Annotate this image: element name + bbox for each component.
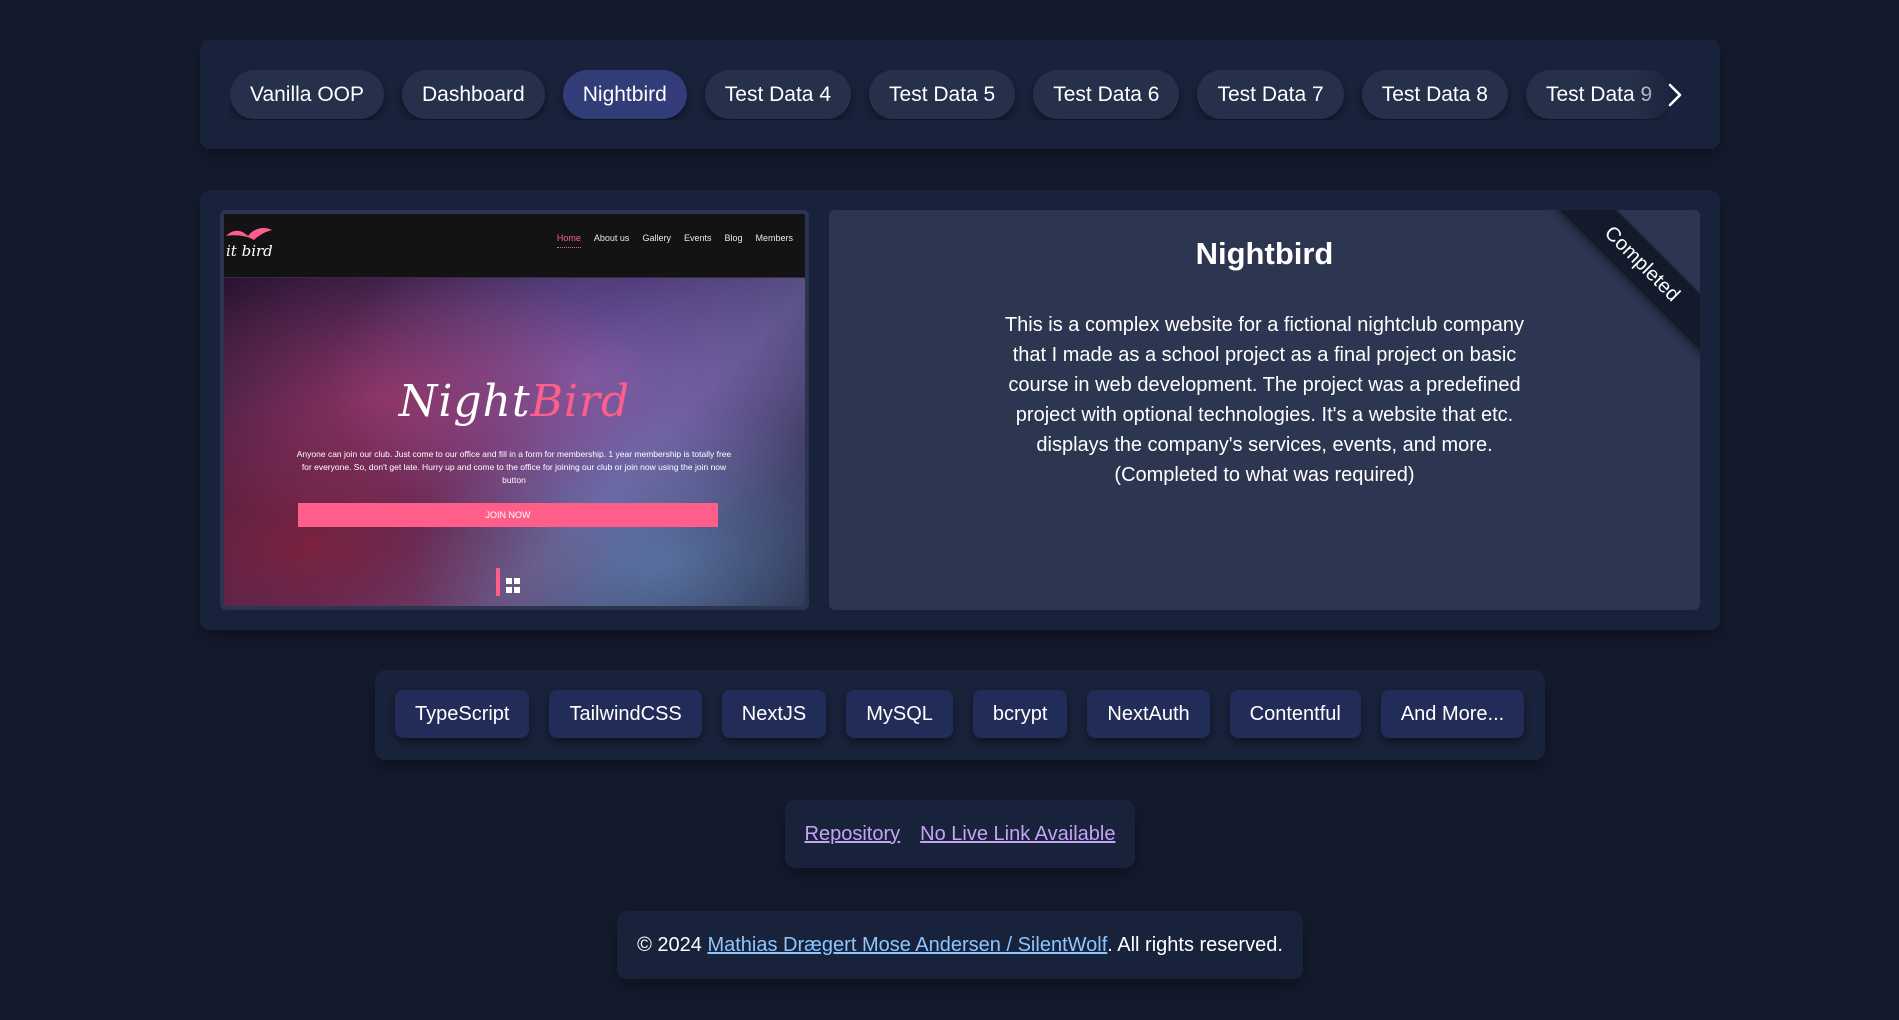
preview-hero-title-night: Night: [398, 376, 531, 427]
author-link[interactable]: Mathias Drægert Mose Andersen / SilentWo…: [707, 934, 1107, 956]
preview-menu-blog: Blog: [724, 233, 743, 243]
project-tab-bar: Vanilla OOP Dashboard Nightbird Test Dat…: [200, 40, 1720, 149]
live-link[interactable]: No Live Link Available: [920, 823, 1115, 846]
technology-chips: TypeScript TailwindCSS NextJS MySQL bcry…: [395, 690, 1525, 738]
footer-copyright-prefix: © 2024: [637, 934, 708, 956]
preview-hero: NightBird Anyone can join our club. Just…: [224, 278, 805, 606]
preview-hero-title-bird: Bird: [530, 376, 631, 427]
footer-copyright-suffix: . All rights reserved.: [1107, 934, 1283, 956]
tab-test-data-7[interactable]: Test Data 7: [1197, 70, 1344, 119]
page: Vanilla OOP Dashboard Nightbird Test Dat…: [0, 0, 1899, 1020]
project-card: it bird Home About us Gallery Events Blo…: [200, 190, 1720, 630]
tab-vanilla-oop[interactable]: Vanilla OOP: [230, 70, 384, 119]
chevron-right-icon: [1668, 83, 1682, 107]
preview-hero-copy: Anyone can join our club. Just come to o…: [296, 449, 732, 485]
preview-menu-events: Events: [683, 233, 712, 243]
preview-hero-title: NightBird: [224, 376, 805, 427]
tech-chip-nextjs: NextJS: [721, 690, 827, 738]
status-ribbon: Completed: [1550, 210, 1700, 356]
project-description: This is a complex website for a fictiona…: [1004, 314, 1525, 486]
tech-chip-contentful: Contentful: [1229, 690, 1361, 738]
tab-dashboard[interactable]: Dashboard: [402, 70, 545, 119]
tab-test-data-8[interactable]: Test Data 8: [1361, 70, 1508, 119]
tech-chip-mysql: MySQL: [846, 690, 953, 738]
preview-logo-text: it bird: [226, 242, 273, 260]
preview-menu-gallery: Gallery: [642, 233, 671, 243]
tech-chip-typescript: TypeScript: [395, 690, 530, 738]
preview-menu-members: Members: [755, 233, 793, 243]
preview-menu: Home About us Gallery Events Blog Member…: [556, 233, 793, 248]
next-tabs-button[interactable]: [1660, 78, 1690, 112]
project-links: Repository No Live Link Available: [785, 800, 1135, 868]
footer: © 2024 Mathias Drægert Mose Andersen / S…: [617, 911, 1303, 979]
project-tabs: Vanilla OOP Dashboard Nightbird Test Dat…: [230, 70, 1670, 120]
preview-grid-icon: [496, 568, 520, 596]
tech-chip-tailwindcss: TailwindCSS: [549, 690, 702, 738]
repository-link[interactable]: Repository: [805, 823, 901, 846]
tab-test-data-5[interactable]: Test Data 5: [869, 70, 1016, 119]
preview-menu-about: About us: [593, 233, 630, 243]
preview-join-button: JOIN NOW: [298, 503, 718, 527]
project-details: Nightbird This is a complex website for …: [829, 210, 1700, 610]
project-preview-image[interactable]: it bird Home About us Gallery Events Blo…: [220, 210, 809, 610]
tab-test-data-6[interactable]: Test Data 6: [1033, 70, 1180, 119]
tab-nightbird[interactable]: Nightbird: [562, 70, 687, 119]
technology-list: TypeScript TailwindCSS NextJS MySQL bcry…: [375, 670, 1545, 760]
preview-navbar: it bird Home About us Gallery Events Blo…: [224, 214, 805, 278]
tech-chip-bcrypt: bcrypt: [972, 690, 1068, 738]
tab-test-data-4[interactable]: Test Data 4: [704, 70, 852, 119]
project-title: Nightbird: [1195, 236, 1334, 271]
tech-chip-nextauth: NextAuth: [1087, 690, 1210, 738]
tech-chip-more: And More...: [1380, 690, 1525, 738]
preview-menu-home: Home: [556, 233, 581, 248]
